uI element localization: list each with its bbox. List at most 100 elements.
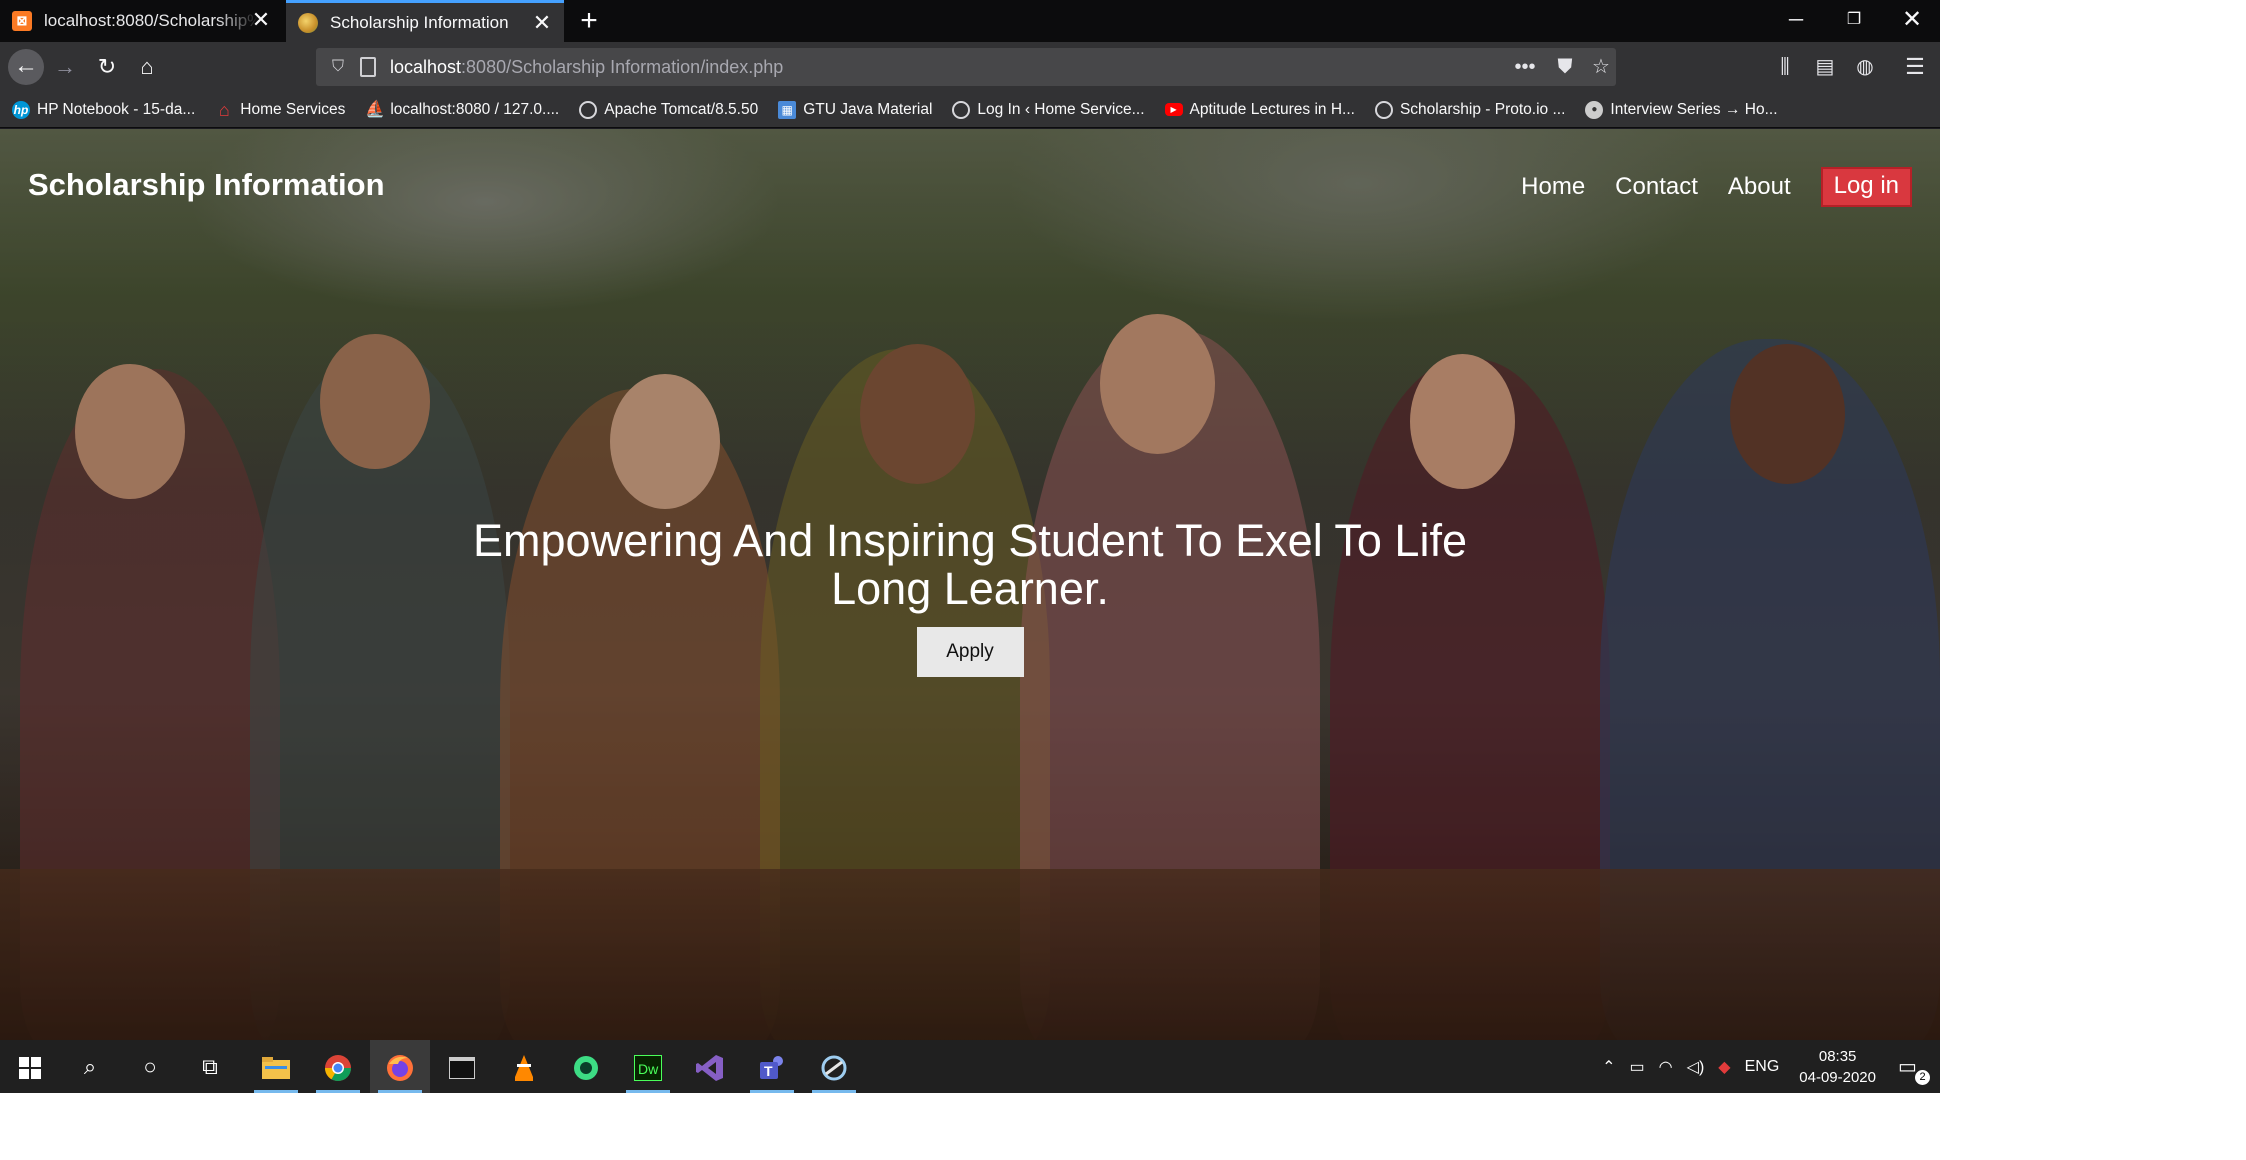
bookmark-label: Apache Tomcat/8.5.50 xyxy=(604,100,759,118)
file-explorer-icon[interactable] xyxy=(246,1040,306,1093)
notification-center-icon[interactable]: ▭ 2 xyxy=(1898,1054,1930,1085)
library-icon[interactable]: ⫼ xyxy=(1768,50,1802,84)
url-host: localhost xyxy=(390,56,462,77)
shield-icon[interactable]: ⛉ xyxy=(328,58,348,76)
window-close-button[interactable]: ✕ xyxy=(1884,0,1940,42)
nav-about-link[interactable]: About xyxy=(1728,173,1791,201)
tab-label: Scholarship Information xyxy=(330,12,509,32)
bookmark-label: HP Notebook - 15-da... xyxy=(37,100,196,118)
bookmarks-toolbar: hp HP Notebook - 15-da... ⌂ Home Services … xyxy=(0,92,1940,128)
hero-section: Empowering And Inspiring Student To Exel… xyxy=(470,517,1470,677)
search-icon[interactable]: ⌕ xyxy=(60,1040,120,1093)
globe-icon xyxy=(952,100,971,119)
cortana-icon[interactable]: ○ xyxy=(120,1040,180,1093)
volume-icon[interactable]: ◁) xyxy=(1687,1057,1705,1077)
bookmark-label: GTU Java Material xyxy=(803,100,933,118)
house-icon: ⌂ xyxy=(218,99,230,120)
globe-icon xyxy=(298,12,318,33)
apply-button[interactable]: Apply xyxy=(916,627,1024,677)
bookmark-label: localhost:8080 / 127.0.... xyxy=(390,100,560,118)
page-icon[interactable] xyxy=(360,57,376,77)
system-tray: ⌃ ▭ ◠ ◁) ◆ ENG 08:35 04-09-2020 ▭ 2 xyxy=(1602,1040,1940,1093)
bookmark-hp-notebook[interactable]: hp HP Notebook - 15-da... xyxy=(12,100,196,119)
bookmark-label: Scholarship - Proto.io ... xyxy=(1399,100,1566,118)
hero-title: Empowering And Inspiring Student To Exel… xyxy=(473,515,1467,614)
globe-icon xyxy=(1374,100,1393,119)
bookmark-label: Aptitude Lectures in H... xyxy=(1189,100,1355,118)
terminal-icon[interactable] xyxy=(432,1040,492,1093)
url-text[interactable]: localhost:8080/Scholarship Information/i… xyxy=(390,57,783,78)
minimize-button[interactable]: ─ xyxy=(1768,0,1824,42)
bookmark-label: Interview Series → Ho... xyxy=(1610,100,1778,118)
bookmark-star-icon[interactable]: ☆ xyxy=(1588,54,1614,80)
bookmark-label: Log In ‹ Home Service... xyxy=(977,100,1145,118)
bookmark-scholarship-protoio[interactable]: Scholarship - Proto.io ... xyxy=(1374,100,1566,119)
chrome-icon[interactable] xyxy=(308,1040,368,1093)
svg-text:Dw: Dw xyxy=(638,1061,659,1077)
wifi-icon[interactable]: ◠ xyxy=(1659,1057,1673,1077)
forward-button[interactable]: → xyxy=(48,50,82,84)
new-tab-button[interactable]: + xyxy=(572,6,606,36)
task-view-icon[interactable]: ⧉ xyxy=(180,1040,240,1093)
hp-icon: hp xyxy=(12,100,30,119)
android-studio-icon[interactable] xyxy=(556,1040,616,1093)
web-page: Scholarship Information Home Contact Abo… xyxy=(0,129,1940,1040)
close-icon[interactable]: ✕ xyxy=(251,9,271,31)
battery-icon[interactable]: ▭ xyxy=(1630,1057,1645,1077)
tab-localhost[interactable]: ⊠ localhost:8080/Scholarship%20 ✕ xyxy=(0,0,283,42)
bookmark-apache-tomcat[interactable]: Apache Tomcat/8.5.50 xyxy=(579,100,759,119)
clock-time: 08:35 xyxy=(1818,1047,1857,1065)
nav-contact-link[interactable]: Contact xyxy=(1615,173,1698,201)
firefox-icon[interactable] xyxy=(370,1040,430,1093)
login-button[interactable]: Log in xyxy=(1820,167,1912,207)
site-icon: ● xyxy=(1585,100,1604,119)
sidebar-icon[interactable]: ▤ xyxy=(1808,50,1842,84)
vlc-icon[interactable] xyxy=(494,1040,554,1093)
pocket-icon[interactable]: ⛊ xyxy=(1552,54,1578,80)
clock-date: 04-09-2020 xyxy=(1799,1068,1876,1086)
windows-taskbar: ⌕ ○ ⧉ Dw T ⌃ ▭ ◠ ◁) ◆ ENG 08:35 04-09-20… xyxy=(0,1040,1940,1093)
close-icon[interactable]: ✕ xyxy=(532,12,552,34)
visual-studio-icon[interactable] xyxy=(680,1040,740,1093)
browser-window: ⊠ localhost:8080/Scholarship%20 ✕ Schola… xyxy=(0,0,1940,1093)
language-indicator[interactable]: ENG xyxy=(1745,1058,1780,1076)
navigation-toolbar: ← → ↻ ⌂ ⛉ localhost:8080/Scholarship Inf… xyxy=(0,42,1940,92)
page-actions-icon[interactable]: ••• xyxy=(1512,54,1538,80)
bookmark-log-in[interactable]: Log In ‹ Home Service... xyxy=(952,100,1145,119)
reload-button[interactable]: ↻ xyxy=(90,50,124,84)
bookmark-label: Home Services xyxy=(240,100,346,118)
start-icon[interactable] xyxy=(0,1040,60,1093)
site-header: Scholarship Information Home Contact Abo… xyxy=(0,129,1940,229)
bookmark-interview-series[interactable]: ● Interview Series → Ho... xyxy=(1585,100,1778,119)
tab-label: localhost:8080/Scholarship%20 xyxy=(44,11,259,30)
chevron-up-icon[interactable]: ⌃ xyxy=(1602,1057,1615,1077)
bookmark-home-services[interactable]: ⌂ Home Services xyxy=(215,99,346,120)
clock[interactable]: 08:35 04-09-2020 xyxy=(1799,1046,1876,1088)
nav-home-link[interactable]: Home xyxy=(1521,173,1585,201)
globe-icon xyxy=(579,100,598,119)
tab-scholarship-information[interactable]: Scholarship Information ✕ xyxy=(286,0,564,42)
tab-strip: ⊠ localhost:8080/Scholarship%20 ✕ Schola… xyxy=(0,0,1940,42)
account-icon[interactable]: ◍ xyxy=(1848,50,1882,84)
phpmyadmin-icon: ⛵ xyxy=(365,100,386,118)
hamburger-menu-icon[interactable]: ☰ xyxy=(1898,50,1932,84)
app-icon[interactable] xyxy=(804,1040,864,1093)
bookmark-gtu-java[interactable]: ▦ GTU Java Material xyxy=(778,100,933,119)
site-brand[interactable]: Scholarship Information xyxy=(28,167,385,203)
svg-text:T: T xyxy=(764,1063,773,1079)
bookmark-localhost[interactable]: ⛵ localhost:8080 / 127.0.... xyxy=(365,101,559,119)
gtu-icon: ▦ xyxy=(778,100,797,119)
xampp-icon: ⊠ xyxy=(12,11,32,31)
youtube-icon: ▶ xyxy=(1164,103,1183,116)
url-path: :8080/Scholarship Information/index.php xyxy=(461,56,784,77)
site-nav: Home Contact About Log in xyxy=(1521,167,1940,207)
back-button[interactable]: ← xyxy=(8,49,44,85)
restore-button[interactable]: ❐ xyxy=(1826,0,1882,42)
app-tray-icon[interactable]: ◆ xyxy=(1718,1057,1730,1077)
home-button[interactable]: ⌂ xyxy=(130,50,164,84)
bookmark-aptitude-lectures[interactable]: ▶ Aptitude Lectures in H... xyxy=(1164,100,1355,119)
dreamweaver-icon[interactable]: Dw xyxy=(618,1040,678,1093)
url-bar[interactable]: ⛉ localhost:8080/Scholarship Information… xyxy=(316,48,1616,86)
teams-icon[interactable]: T xyxy=(742,1040,802,1093)
notification-count: 2 xyxy=(1915,1070,1930,1085)
